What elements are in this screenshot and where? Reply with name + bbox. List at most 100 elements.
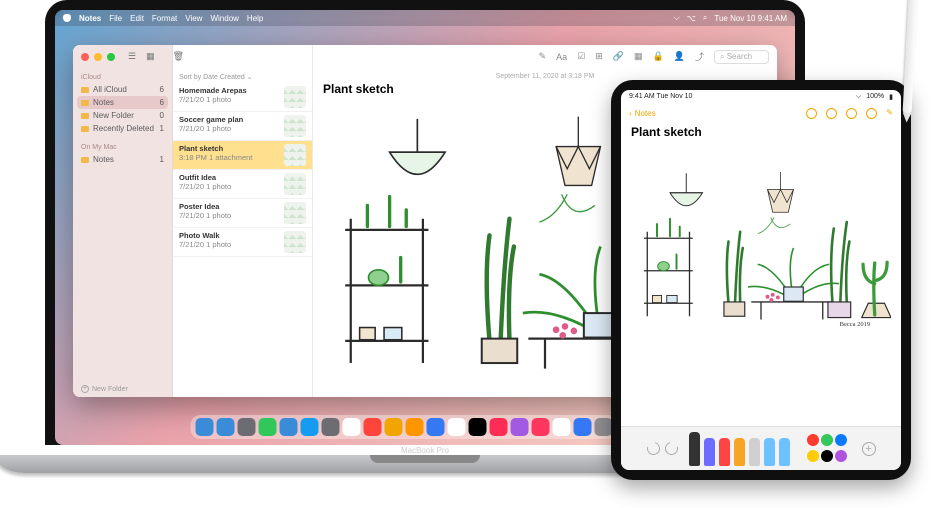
palette-color[interactable]: [835, 434, 847, 446]
note-item-sub: 7/21/20 1 photo: [179, 124, 280, 133]
note-list-item[interactable]: Plant sketch3:18 PM 1 attachment: [173, 141, 312, 170]
close-button[interactable]: [81, 53, 89, 61]
dock-app-icon[interactable]: [574, 418, 592, 436]
dock-app-icon[interactable]: [238, 418, 256, 436]
palette-color[interactable]: [821, 450, 833, 462]
note-list-item[interactable]: Homemade Arepas7/21/20 1 photo: [173, 83, 312, 112]
format-icon[interactable]: Aa: [556, 52, 567, 62]
dock-app-icon[interactable]: [217, 418, 235, 436]
dock-app-icon[interactable]: [511, 418, 529, 436]
dock-app-icon[interactable]: [364, 418, 382, 436]
traffic-lights: [81, 53, 115, 61]
list-view-icon[interactable]: ☰: [128, 51, 136, 62]
dock-app-icon[interactable]: [280, 418, 298, 436]
dock-app-icon[interactable]: [343, 418, 361, 436]
sidebar-item-mac-notes[interactable]: Notes 1: [73, 153, 172, 166]
compose-icon[interactable]: ✎: [886, 108, 893, 119]
palette-color[interactable]: [807, 434, 819, 446]
menubar-clock[interactable]: Tue Nov 10 9:41 AM: [714, 14, 787, 23]
search-input[interactable]: ⌕ Search: [714, 50, 769, 64]
wifi-icon[interactable]: ⌵: [674, 13, 680, 23]
sketch-icon[interactable]: [846, 108, 857, 119]
folder-icon: [81, 87, 89, 93]
markup-tool[interactable]: [704, 438, 715, 466]
collaborate-icon[interactable]: 👤: [674, 51, 685, 62]
markup-tool[interactable]: [719, 438, 730, 466]
table-icon[interactable]: ⊞: [595, 51, 603, 62]
back-button[interactable]: ‹ Notes: [629, 109, 656, 118]
minimize-button[interactable]: [94, 53, 102, 61]
note-item-title: Photo Walk: [179, 231, 280, 240]
markup-tool[interactable]: [749, 438, 760, 466]
note-item-sub: 7/21/20 1 photo: [179, 240, 280, 249]
apple-menu-icon[interactable]: [63, 14, 71, 22]
dock-app-icon[interactable]: [427, 418, 445, 436]
dock-app-icon[interactable]: [406, 418, 424, 436]
battery-icon: ▮: [889, 93, 893, 101]
sidebar-item-notes[interactable]: Notes 6: [77, 96, 168, 109]
ipad-sketch-canvas[interactable]: [631, 143, 891, 353]
dock-app-icon[interactable]: [322, 418, 340, 436]
new-folder-button[interactable]: + New Folder: [81, 385, 128, 393]
sidebar: iCloud All iCloud 6 Notes 6 New Folder 0: [73, 45, 173, 397]
dock-app-icon[interactable]: [259, 418, 277, 436]
note-item-title: Poster Idea: [179, 202, 280, 211]
color-palette: [807, 434, 851, 464]
note-list-item[interactable]: Photo Walk7/21/20 1 photo: [173, 228, 312, 257]
palette-color[interactable]: [821, 434, 833, 446]
dock-app-icon[interactable]: [595, 418, 613, 436]
note-list-item[interactable]: Poster Idea7/21/20 1 photo: [173, 199, 312, 228]
grid-view-icon[interactable]: ▦: [146, 51, 155, 62]
zoom-button[interactable]: [107, 53, 115, 61]
menubar-item-view[interactable]: View: [185, 14, 202, 23]
menubar-item-format[interactable]: Format: [152, 14, 177, 23]
palette-color[interactable]: [807, 450, 819, 462]
add-tool-icon[interactable]: +: [862, 442, 876, 456]
sort-control[interactable]: Sort by Date Created ⌄: [173, 71, 312, 83]
markup-tool[interactable]: [689, 432, 700, 466]
note-item-sub: 7/21/20 1 photo: [179, 182, 280, 191]
dock-app-icon[interactable]: [490, 418, 508, 436]
dock-app-icon[interactable]: [301, 418, 319, 436]
note-list-item[interactable]: Soccer game plan7/21/20 1 photo: [173, 112, 312, 141]
dock-app-icon[interactable]: [448, 418, 466, 436]
link-icon[interactable]: 🔗: [613, 51, 624, 62]
undo-icon[interactable]: [644, 440, 662, 458]
note-list-item[interactable]: Outfit Idea7/21/20 1 photo: [173, 170, 312, 199]
spotlight-icon[interactable]: ⌕: [703, 13, 707, 23]
menubar-item-file[interactable]: File: [109, 14, 122, 23]
more-icon[interactable]: [866, 108, 877, 119]
lock-icon[interactable]: 🔒: [653, 51, 664, 62]
markup-tool[interactable]: [734, 438, 745, 466]
dock-app-icon[interactable]: [196, 418, 214, 436]
camera-icon[interactable]: [826, 108, 837, 119]
ipad-note-title[interactable]: Plant sketch: [631, 125, 891, 139]
share-icon[interactable]: ⤴: [695, 50, 704, 63]
markup-toolbar: +: [621, 426, 901, 470]
dock-app-icon[interactable]: [469, 418, 487, 436]
ipad: 9:41 AM Tue Nov 10 ⌵ 100% ▮ ‹ Notes ✎ Pl…: [611, 80, 911, 480]
redo-icon[interactable]: [662, 440, 680, 458]
sidebar-item-new-folder[interactable]: New Folder 0: [73, 109, 172, 122]
control-center-icon[interactable]: ⌥: [687, 14, 696, 23]
note-thumb: [284, 202, 306, 224]
menubar-app-name[interactable]: Notes: [79, 14, 101, 23]
compose-icon[interactable]: ✎: [539, 51, 547, 62]
dock-app-icon[interactable]: [553, 418, 571, 436]
markup-tool[interactable]: [779, 438, 790, 466]
menubar-item-edit[interactable]: Edit: [130, 14, 144, 23]
markup-icon[interactable]: [806, 108, 817, 119]
menubar-item-help[interactable]: Help: [247, 14, 263, 23]
ipad-status-bar: 9:41 AM Tue Nov 10 ⌵ 100% ▮: [621, 90, 901, 103]
sidebar-item-recently-deleted[interactable]: Recently Deleted 1: [73, 122, 172, 135]
media-icon[interactable]: ▦: [634, 51, 643, 62]
sidebar-item-all-icloud[interactable]: All iCloud 6: [73, 83, 172, 96]
dock-app-icon[interactable]: [532, 418, 550, 436]
markup-tool[interactable]: [764, 438, 775, 466]
checklist-icon[interactable]: ☑: [577, 51, 585, 62]
menubar-item-window[interactable]: Window: [210, 14, 238, 23]
plus-icon: +: [81, 385, 89, 393]
palette-color[interactable]: [835, 450, 847, 462]
trash-icon[interactable]: 🗑: [173, 51, 184, 62]
dock-app-icon[interactable]: [385, 418, 403, 436]
